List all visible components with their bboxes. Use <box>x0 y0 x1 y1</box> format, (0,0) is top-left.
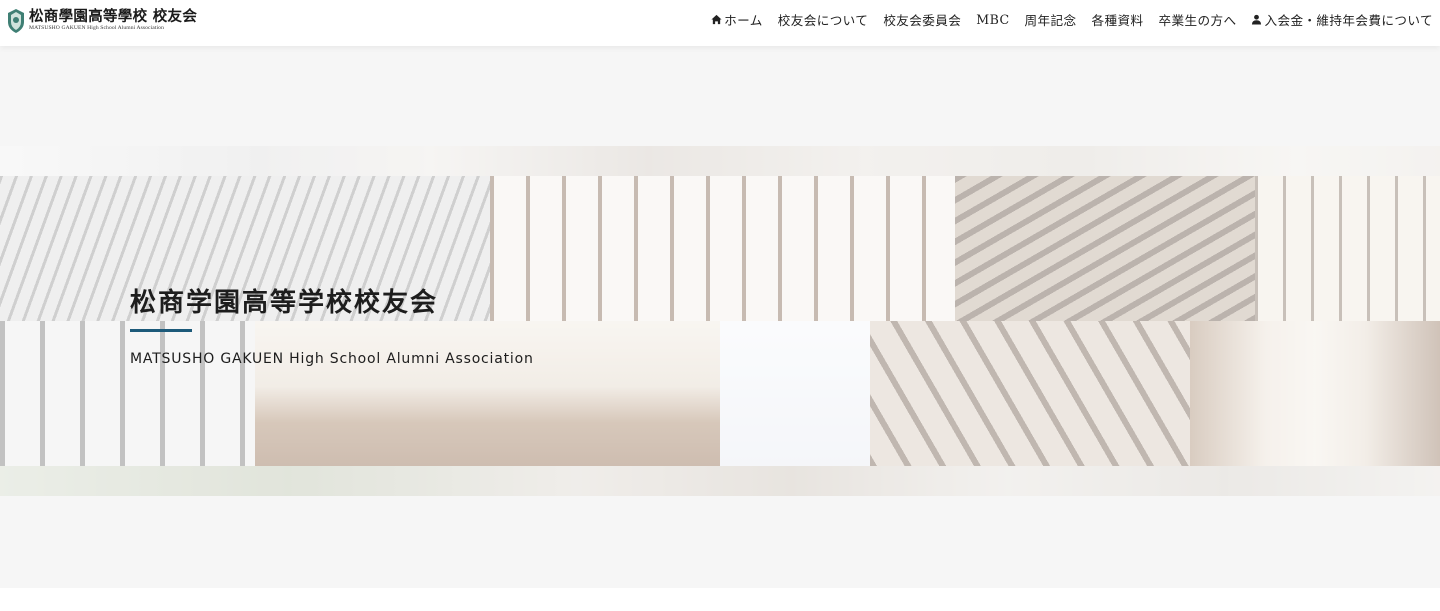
nav-mbc[interactable]: MBC <box>976 12 1009 27</box>
nav-membership-fees[interactable]: 入会金・維持年会費について <box>1251 10 1433 29</box>
nav-graduates[interactable]: 卒業生の方へ <box>1158 10 1236 29</box>
nav-home[interactable]: ホーム <box>711 10 763 29</box>
logo-title: 松商學園高等學校 校友会 <box>29 7 198 25</box>
site-header: 松商學園高等學校 校友会 MATSUSHO GAKUEN High School… <box>0 0 1440 46</box>
school-crest-icon <box>6 8 26 34</box>
content-divider <box>0 588 1440 611</box>
nav-membership-fees-label: 入会金・維持年会費について <box>1264 12 1433 28</box>
nav-documents[interactable]: 各種資料 <box>1092 10 1144 29</box>
nav-committee[interactable]: 校友会委員会 <box>883 10 961 29</box>
hero-overlay <box>0 146 1440 496</box>
nav-anniversary[interactable]: 周年記念 <box>1025 10 1077 29</box>
hero-accent-line <box>130 329 192 332</box>
hero-collage <box>0 146 1440 496</box>
site-logo[interactable]: 松商學園高等學校 校友会 MATSUSHO GAKUEN High School… <box>6 4 197 38</box>
home-icon <box>711 14 722 25</box>
nav-about[interactable]: 校友会について <box>778 10 869 29</box>
nav-home-label: ホーム <box>724 12 763 28</box>
main-nav: ホーム 校友会について 校友会委員会 MBC 周年記念 各種資料 卒業生の方へ … <box>711 0 1433 38</box>
hero-title: 松商学園高等学校校友会 <box>130 288 439 318</box>
user-icon <box>1251 14 1262 25</box>
hero-subtitle: MATSUSHO GAKUEN High School Alumni Assoc… <box>130 351 534 367</box>
logo-subtitle: MATSUSHO GAKUEN High School Alumni Assoc… <box>29 25 164 32</box>
